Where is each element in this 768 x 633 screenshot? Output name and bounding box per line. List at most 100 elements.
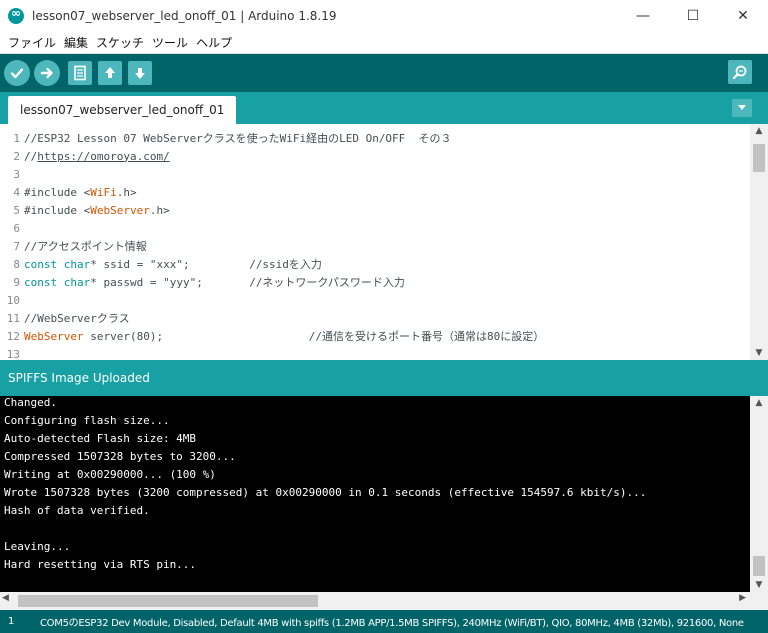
code-line: 11 //WebServerクラス (0, 309, 748, 327)
console-horizontal-scrollbar[interactable]: ◀ ▶ (0, 592, 768, 610)
serial-monitor-button[interactable] (728, 60, 752, 84)
code-token: WiFi (90, 185, 117, 199)
scrollbar-thumb[interactable] (753, 556, 765, 576)
close-button[interactable]: ✕ (718, 0, 768, 32)
tab-menu-button[interactable] (732, 99, 752, 117)
console-line: Leaving... (4, 540, 71, 553)
code-token: // (24, 149, 38, 163)
line-number: 4 (13, 185, 20, 199)
line-number: 9 (13, 275, 20, 289)
console-line: Compressed 1507328 bytes to 3200... (4, 450, 236, 463)
save-button[interactable] (128, 61, 152, 85)
upload-button[interactable] (34, 60, 60, 86)
code-line: 9 const char * passwd = "yyy"; //ネットワークパスワ… (0, 273, 748, 291)
code-line: 13 (0, 345, 748, 361)
code-line: 10 (0, 291, 748, 309)
code-token: * passwd = "yyy"; //ネットワークパスワード入力 (90, 276, 405, 289)
save-icon (135, 68, 145, 79)
line-number: 13 (6, 347, 20, 361)
scroll-down-icon[interactable]: ▼ (750, 348, 768, 358)
code-token: WebServer (90, 203, 150, 217)
arduino-logo-icon (8, 6, 24, 24)
status-message: SPIFFS Image Uploaded (8, 371, 150, 385)
scroll-down-icon[interactable]: ▼ (750, 580, 768, 590)
line-number: 12 (6, 329, 20, 343)
console-line: Configuring flash size... (4, 414, 170, 427)
new-button[interactable] (68, 61, 92, 85)
chevron-down-icon (738, 105, 746, 110)
verify-icon (10, 68, 24, 79)
editor-vertical-scrollbar[interactable]: ▲ ▼ (750, 124, 768, 360)
minimize-button[interactable]: — (618, 0, 668, 32)
console-line: Hard resetting via RTS pin... (4, 558, 197, 571)
scrollbar-thumb[interactable] (18, 595, 318, 607)
scroll-right-icon[interactable]: ▶ (739, 593, 746, 603)
line-number: 5 (13, 203, 20, 217)
line-number: 10 (6, 293, 20, 307)
code-line: 1 //ESP32 Lesson 07 WebServerクラスを使ったWiFi経… (0, 129, 748, 147)
scrollbar-thumb[interactable] (753, 144, 765, 172)
menu-file[interactable]: ファイル (4, 34, 60, 51)
line-number: 3 (13, 167, 20, 181)
console-line: Hash of data verified. (4, 504, 150, 517)
code-token: #include < (24, 203, 91, 217)
line-number: 8 (13, 257, 20, 271)
console-line: Writing at 0x00290000... (100 %) (4, 468, 216, 481)
console-line: Auto-detected Flash size: 4MB (4, 432, 197, 445)
upload-icon (40, 67, 53, 79)
code-token: //ESP32 Lesson 07 WebServerクラスを使ったWiFi経由… (24, 132, 452, 145)
code-line: 3 (0, 165, 748, 183)
scroll-up-icon[interactable]: ▲ (750, 398, 768, 408)
verify-button[interactable] (4, 60, 30, 86)
new-icon (74, 65, 86, 81)
toolbar (0, 54, 768, 92)
status-bar: SPIFFS Image Uploaded (0, 360, 768, 396)
code-token: char (63, 275, 91, 289)
code-token: const (24, 275, 58, 289)
footer-status-bar: 1 COM5のESP32 Dev Module, Disabled, Defau… (0, 610, 768, 633)
line-number: 2 (13, 149, 20, 163)
code-token: WebServer (24, 329, 84, 343)
code-line: 12 WebServer server(80); //通信を受けるポート番号（通常… (0, 327, 748, 345)
line-number: 7 (13, 239, 20, 253)
console-vertical-scrollbar[interactable]: ▲ ▼ (750, 396, 768, 592)
code-token: .h> (116, 185, 137, 199)
open-icon (105, 67, 115, 78)
console-output[interactable]: Changed. Configuring flash size... Auto-de… (0, 396, 768, 592)
line-number: 1 (13, 131, 20, 145)
console-line: Changed. (4, 396, 57, 409)
open-button[interactable] (98, 61, 122, 85)
line-number: 11 (6, 311, 20, 325)
code-token: const (24, 257, 58, 271)
code-token: #include < (24, 185, 91, 199)
code-line: 6 (0, 219, 748, 237)
line-number: 6 (13, 221, 20, 235)
scroll-up-icon[interactable]: ▲ (750, 126, 768, 136)
console-line: Wrote 1507328 bytes (3200 compressed) at… (4, 486, 647, 499)
menu-edit[interactable]: 編集 (60, 34, 92, 51)
code-editor[interactable]: 1 //ESP32 Lesson 07 WebServerクラスを使ったWiFi経… (0, 124, 768, 360)
tab-sketch[interactable]: lesson07_webserver_led_onoff_01 (8, 96, 237, 124)
code-token: .h> (149, 203, 170, 217)
cursor-line-number: 1 (8, 616, 15, 627)
menu-help[interactable]: ヘルプ (192, 34, 236, 51)
code-token: //アクセスポイント情報 (24, 240, 147, 253)
board-info: COM5のESP32 Dev Module, Disabled, Default… (40, 618, 744, 629)
maximize-button[interactable]: ☐ (668, 0, 718, 32)
window-controls: — ☐ ✕ (618, 0, 768, 32)
code-line: 4 #include < WiFi .h> (0, 183, 748, 201)
code-token[interactable]: https://omoroya.com/ (37, 150, 169, 163)
code-line: 8 const char * ssid = "xxx"; //ssidを入力 (0, 255, 748, 273)
title-bar: lesson07_webserver_led_onoff_01 | Arduin… (0, 0, 768, 32)
menu-sketch[interactable]: スケッチ (92, 34, 148, 51)
menu-tools[interactable]: ツール (148, 34, 192, 51)
code-line: 5 #include < WebServer .h> (0, 201, 748, 219)
menu-bar: ファイル 編集 スケッチ ツール ヘルプ (0, 32, 768, 54)
code-line: 2 //https://omoroya.com/ (0, 147, 748, 165)
code-line: 7 //アクセスポイント情報 (0, 237, 748, 255)
tab-bar: lesson07_webserver_led_onoff_01 (0, 92, 768, 124)
code-token: server(80); //通信を受けるポート番号（通常は80に設定） (83, 330, 545, 343)
scroll-left-icon[interactable]: ◀ (2, 593, 9, 603)
